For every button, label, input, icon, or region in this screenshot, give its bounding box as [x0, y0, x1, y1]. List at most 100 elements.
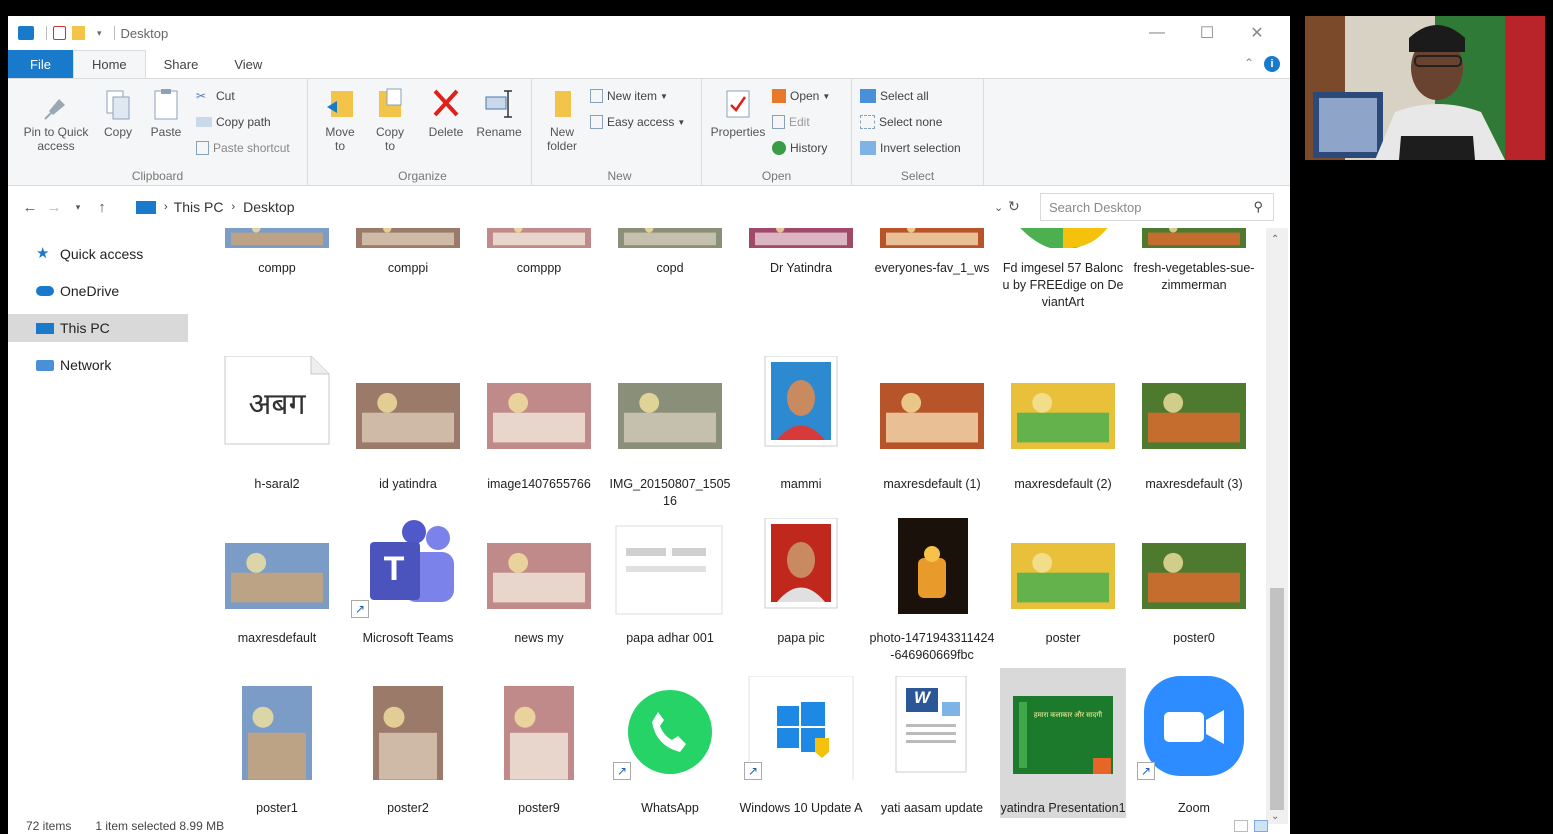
recent-locations-chevron-icon[interactable]: ▾	[66, 202, 90, 213]
nav-label: Quick access	[60, 246, 144, 262]
up-arrow-icon[interactable]: ↑	[90, 199, 114, 216]
scroll-up-icon[interactable]: ⌃	[1271, 234, 1279, 245]
move-to-button[interactable]: Move to	[320, 87, 360, 153]
file-item[interactable]: everyones-fav_1_ws	[869, 228, 995, 332]
file-item[interactable]: comppi	[345, 228, 471, 332]
file-item[interactable]: comppp	[476, 228, 602, 332]
copy-path-button[interactable]: Copy path	[196, 115, 271, 129]
select-all-button[interactable]: Select all	[860, 89, 929, 103]
select-none-button[interactable]: Select none	[860, 115, 942, 129]
file-item[interactable]: Fd imgesel 57 Baloncu by FREEdige on Dev…	[1000, 228, 1126, 332]
scrollbar-thumb[interactable]	[1270, 588, 1284, 810]
minimize-button[interactable]: —	[1132, 16, 1182, 50]
file-item[interactable]: papa pic	[738, 510, 864, 660]
file-item[interactable]: poster1	[214, 668, 340, 818]
open-button[interactable]: Open ▼	[772, 89, 830, 103]
file-item[interactable]: ↗ Windows 10 Update Assistant	[738, 668, 864, 818]
paste-button[interactable]: Paste	[146, 87, 186, 139]
tab-home[interactable]: Home	[72, 50, 146, 78]
forward-arrow-icon[interactable]: →	[42, 199, 66, 216]
file-item[interactable]: copd	[607, 228, 733, 332]
file-item[interactable]: photo-1471943311424-646960669fbc	[869, 510, 995, 662]
breadcrumb-desktop[interactable]: Desktop	[243, 199, 294, 215]
file-item[interactable]: poster0	[1131, 510, 1257, 660]
maximize-button[interactable]: ☐	[1182, 16, 1232, 50]
file-item[interactable]: papa adhar 001	[607, 510, 733, 660]
cut-label: Cut	[216, 89, 235, 103]
file-item[interactable]: T ↗ Microsoft Teams	[345, 510, 471, 660]
tab-share[interactable]: Share	[146, 50, 217, 78]
file-item[interactable]: IMG_20150807_150516	[607, 348, 733, 508]
new-folder-button[interactable]: New folder	[542, 87, 582, 153]
file-item[interactable]: Wyati aasam update	[869, 668, 995, 818]
address-path[interactable]: › This PC › Desktop ⌄	[136, 194, 1006, 220]
rename-button[interactable]: Rename	[474, 87, 524, 139]
ribbon-collapse-icon[interactable]: ⌃	[1244, 56, 1254, 70]
file-item[interactable]: poster9	[476, 668, 602, 818]
large-icons-view-icon[interactable]	[1254, 820, 1268, 832]
file-name: WhatsApp	[641, 801, 699, 815]
new-folder-quick-icon[interactable]	[72, 26, 85, 40]
history-button[interactable]: History	[772, 141, 827, 155]
tab-file[interactable]: File	[8, 50, 73, 78]
image-thumbnail	[481, 518, 597, 618]
portrait-photo-thumbnail	[743, 356, 859, 456]
copy-to-button[interactable]: Copy to	[370, 87, 410, 153]
file-item[interactable]: maxresdefault (3)	[1131, 348, 1257, 498]
help-icon[interactable]: i	[1264, 56, 1280, 72]
file-item[interactable]: maxresdefault (1)	[869, 348, 995, 498]
new-item-button[interactable]: New item ▼	[590, 89, 668, 103]
file-item[interactable]: अबग h-saral2	[214, 348, 340, 498]
new-group: New folder New item ▼ Easy access ▼ New	[538, 79, 702, 185]
move-to-label: Move to	[325, 125, 355, 153]
address-dropdown-icon[interactable]: ⌄	[994, 201, 1003, 214]
file-item[interactable]: mammi	[738, 348, 864, 498]
new-folder-icon	[547, 87, 577, 121]
nav-item-network[interactable]: Network	[8, 351, 188, 379]
file-item[interactable]: poster	[1000, 510, 1126, 660]
paste-shortcut-button[interactable]: Paste shortcut	[196, 141, 290, 155]
quick-access-dropdown-icon[interactable]: ▾	[97, 28, 102, 39]
delete-button[interactable]: Delete	[424, 87, 468, 139]
file-item[interactable]: maxresdefault (2)	[1000, 348, 1126, 498]
image-thumbnail	[481, 676, 597, 780]
edit-icon	[772, 115, 785, 129]
rename-icon	[484, 87, 514, 121]
file-item[interactable]: ↗ Zoom	[1131, 668, 1257, 818]
refresh-icon[interactable]: ↻	[1008, 198, 1020, 215]
file-explorer-window: ▾ Desktop — ☐ ✕ File Home Share View ⌃ i…	[8, 16, 1290, 834]
search-input[interactable]: Search Desktop ⚲	[1040, 193, 1274, 221]
back-arrow-icon[interactable]: ←	[18, 199, 42, 216]
file-item[interactable]: हमारा कलाकार और सादगी yatindra Presentati…	[1000, 668, 1126, 818]
file-item[interactable]: id yatindra	[345, 348, 471, 498]
close-button[interactable]: ✕	[1232, 16, 1282, 50]
file-item[interactable]: maxresdefault	[214, 510, 340, 660]
nav-item-this-pc[interactable]: This PC	[8, 314, 188, 342]
nav-item-onedrive[interactable]: OneDrive	[8, 277, 188, 305]
invert-selection-button[interactable]: Invert selection	[860, 141, 961, 155]
file-item[interactable]: compp	[214, 228, 340, 332]
edit-button[interactable]: Edit	[772, 115, 810, 129]
properties-quick-icon[interactable]	[53, 26, 66, 40]
chevron-down-icon: ▼	[677, 117, 686, 127]
file-item[interactable]: image1407655766	[476, 348, 602, 498]
tab-view[interactable]: View	[216, 50, 280, 78]
copy-button[interactable]: Copy	[98, 87, 138, 139]
breadcrumb-this-pc[interactable]: This PC	[174, 199, 224, 215]
vertical-scrollbar[interactable]: ⌃ ⌄	[1266, 228, 1288, 824]
clipboard-group-title: Clipboard	[131, 169, 184, 183]
pin-quick-access-button[interactable]: Pin to Quick access	[16, 87, 96, 153]
properties-button[interactable]: Properties	[706, 87, 770, 139]
nav-item-quick-access[interactable]: ★ Quick access	[8, 240, 188, 268]
details-view-icon[interactable]	[1234, 820, 1248, 832]
file-item[interactable]: ↗ WhatsApp	[607, 668, 733, 818]
easy-access-button[interactable]: Easy access ▼	[590, 115, 685, 129]
file-item[interactable]: news my	[476, 510, 602, 660]
file-item[interactable]: Dr Yatindra	[738, 228, 864, 332]
file-item[interactable]: poster2	[345, 668, 471, 818]
file-name: Zoom	[1178, 801, 1210, 815]
paste-icon	[151, 87, 181, 121]
file-item[interactable]: fresh-vegetables-sue-zimmerman	[1131, 228, 1257, 332]
delete-label: Delete	[428, 125, 464, 139]
cut-button[interactable]: ✂ Cut	[196, 89, 235, 103]
